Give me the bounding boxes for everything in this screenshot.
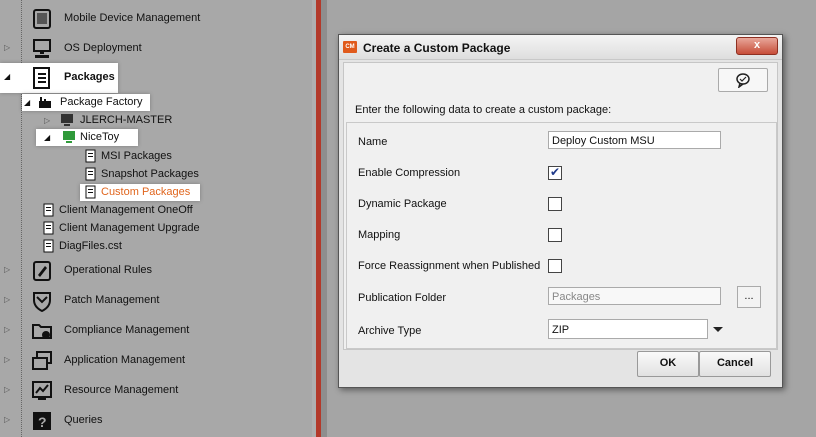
nav-item-label: Mobile Device Management [64, 12, 201, 24]
os-deployment-icon [31, 38, 53, 60]
expand-arrow-icon[interactable]: ▷ [4, 296, 12, 304]
expand-arrow-icon[interactable]: ▷ [4, 266, 12, 274]
instructions-text: Enter the following data to create a cus… [355, 104, 612, 116]
mapping-checkbox[interactable] [548, 228, 562, 242]
tree-item-nicetoy[interactable]: ◢ NiceToy [36, 129, 138, 146]
nav-item-label: OS Deployment [64, 42, 142, 54]
speech-bubble-icon [735, 72, 751, 91]
create-custom-package-dialog: CM Create a Custom Package x Enter the f… [338, 34, 783, 388]
nav-item-label: Compliance Management [64, 324, 190, 336]
ok-button[interactable]: OK [637, 351, 699, 377]
nav-item-patch-management[interactable]: ▷ Patch Management [0, 286, 312, 316]
compliance-folder-icon [31, 320, 53, 342]
expand-arrow-icon[interactable]: ▷ [4, 326, 12, 334]
green-computer-icon [62, 130, 76, 144]
svg-text:?: ? [38, 414, 47, 430]
help-button[interactable] [718, 68, 768, 92]
nav-item-queries[interactable]: ▷ ? Queries [0, 406, 312, 436]
dialog-titlebar[interactable]: CM Create a Custom Package x [339, 35, 782, 60]
tree-item-snapshot-packages[interactable]: Snapshot Packages [84, 166, 214, 183]
cancel-button[interactable]: Cancel [699, 351, 771, 377]
package-doc-icon [84, 185, 98, 199]
expand-arrow-icon[interactable]: ▷ [4, 356, 12, 364]
dynamic-package-checkbox[interactable] [548, 197, 562, 211]
mobile-device-icon [31, 8, 53, 30]
nav-item-label: Queries [64, 414, 103, 426]
packages-icon [31, 67, 53, 89]
archive-type-select[interactable]: ZIP [548, 319, 708, 339]
package-doc-icon [42, 239, 56, 253]
navigation-panel: Mobile Device Management ▷ OS Deployment… [0, 0, 312, 437]
mapping-label: Mapping [358, 229, 401, 241]
expand-arrow-icon[interactable]: ▷ [4, 416, 12, 424]
resource-chart-icon [31, 380, 53, 402]
tree-item-diagfiles[interactable]: DiagFiles.cst [42, 238, 162, 255]
collapse-arrow-icon[interactable]: ◢ [24, 98, 30, 107]
tree-item-label: Custom Packages [101, 186, 191, 198]
nav-item-packages[interactable]: ◢ Packages [0, 63, 118, 93]
tree-item-label: MSI Packages [101, 150, 172, 162]
tree-item-jlerch-master[interactable]: ▷ JLERCH-MASTER [44, 112, 184, 129]
enable-compression-label: Enable Compression [358, 167, 461, 179]
dialog-title: Create a Custom Package [363, 41, 511, 55]
publication-folder-input[interactable]: Packages [548, 287, 721, 305]
dropdown-arrow-icon[interactable] [709, 319, 727, 339]
operational-rules-icon [31, 260, 53, 282]
tree-item-custom-packages[interactable]: Custom Packages [80, 184, 200, 201]
tree-item-client-management-upgrade[interactable]: Client Management Upgrade [42, 220, 212, 237]
publication-folder-label: Publication Folder [358, 292, 447, 304]
package-doc-icon [84, 149, 98, 163]
dialog-body: Enter the following data to create a cus… [343, 62, 778, 350]
app-logo-icon: CM [343, 41, 357, 53]
nav-item-application-management[interactable]: ▷ Application Management [0, 346, 312, 376]
name-input[interactable]: Deploy Custom MSU [548, 131, 721, 149]
nav-item-label: Patch Management [64, 294, 160, 306]
expand-arrow-icon[interactable]: ▷ [4, 386, 12, 394]
patch-shield-icon [31, 290, 53, 313]
tree-item-label: Client Management Upgrade [59, 222, 200, 234]
nav-item-label: Packages [64, 71, 115, 83]
package-doc-icon [42, 221, 56, 235]
archive-type-label: Archive Type [358, 325, 422, 337]
tree-item-label: Snapshot Packages [101, 168, 199, 180]
nav-item-label: Resource Management [64, 384, 179, 396]
enable-compression-checkbox[interactable]: ✔ [548, 165, 562, 180]
checkmark-icon: ✔ [550, 165, 561, 179]
form-panel: Name Deploy Custom MSU Enable Compressio… [346, 122, 777, 349]
tree-item-label: JLERCH-MASTER [80, 114, 173, 126]
collapse-arrow-icon[interactable]: ◢ [4, 73, 12, 81]
tree-item-label: NiceToy [80, 131, 120, 143]
nav-item-compliance-management[interactable]: ▷ Compliance Management [0, 316, 312, 346]
nav-item-resource-management[interactable]: ▷ Resource Management [0, 376, 312, 406]
expand-arrow-icon[interactable]: ▷ [44, 116, 50, 125]
tree-item-msi-packages[interactable]: MSI Packages [84, 148, 204, 165]
collapse-arrow-icon[interactable]: ◢ [44, 133, 50, 142]
tree-item-package-factory[interactable]: ◢ Package Factory [22, 94, 150, 111]
nav-item-os-deployment[interactable]: ▷ OS Deployment [0, 34, 312, 64]
force-reassignment-label: Force Reassignment when Published [358, 260, 541, 272]
expand-arrow-icon[interactable]: ▷ [4, 44, 12, 52]
tree-item-label: Package Factory [60, 96, 143, 108]
factory-icon [38, 95, 52, 109]
name-label: Name [358, 136, 388, 148]
tree-item-label: Client Management OneOff [59, 204, 193, 216]
computer-icon [60, 113, 74, 127]
dynamic-package-label: Dynamic Package [358, 198, 447, 210]
tree-item-label: DiagFiles.cst [59, 240, 122, 252]
application-windows-icon [31, 350, 53, 372]
nav-item-mobile-device-management[interactable]: Mobile Device Management [0, 4, 312, 34]
queries-icon: ? [31, 410, 53, 432]
force-reassignment-checkbox[interactable] [548, 259, 562, 273]
nav-item-label: Operational Rules [64, 264, 153, 276]
package-doc-icon [42, 203, 56, 217]
tree-item-client-management-oneoff[interactable]: Client Management OneOff [42, 202, 202, 219]
package-doc-icon [84, 167, 98, 181]
nav-item-operational-rules[interactable]: ▷ Operational Rules [0, 256, 312, 286]
close-button[interactable]: x [736, 37, 778, 55]
nav-item-label: Application Management [64, 354, 186, 366]
browse-button[interactable]: ... [737, 286, 761, 308]
